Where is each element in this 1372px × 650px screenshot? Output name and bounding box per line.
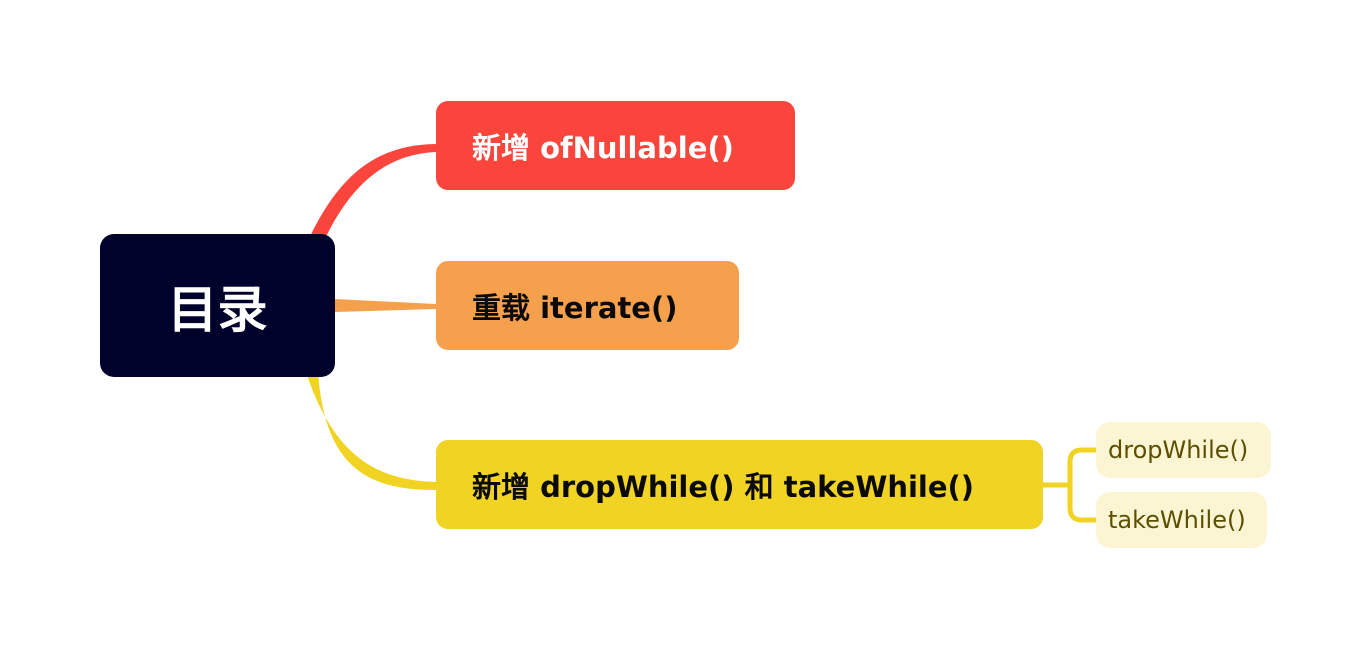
branch-label: 新增 dropWhile() 和 takeWhile() <box>472 469 975 504</box>
subnode-label: dropWhile() <box>1108 436 1249 464</box>
subnode-takewhile[interactable]: takeWhile() <box>1096 492 1267 548</box>
connector-root-to-iterate <box>335 299 436 312</box>
root-node[interactable]: 目录 <box>100 234 335 377</box>
connector-root-to-dropwhile-takewhile <box>306 372 436 490</box>
connector-to-subnodes <box>1043 447 1096 523</box>
root-label: 目录 <box>167 280 268 339</box>
branch-label: 新增 ofNullable() <box>472 130 734 165</box>
branch-label: 重载 iterate() <box>472 290 678 325</box>
subnode-dropwhile[interactable]: dropWhile() <box>1096 422 1271 478</box>
subnode-label: takeWhile() <box>1108 506 1246 534</box>
branch-ofnullable[interactable]: 新增 ofNullable() <box>436 101 795 190</box>
branch-iterate[interactable]: 重载 iterate() <box>436 261 739 350</box>
branch-dropwhile-takewhile[interactable]: 新增 dropWhile() 和 takeWhile() <box>436 440 1043 529</box>
